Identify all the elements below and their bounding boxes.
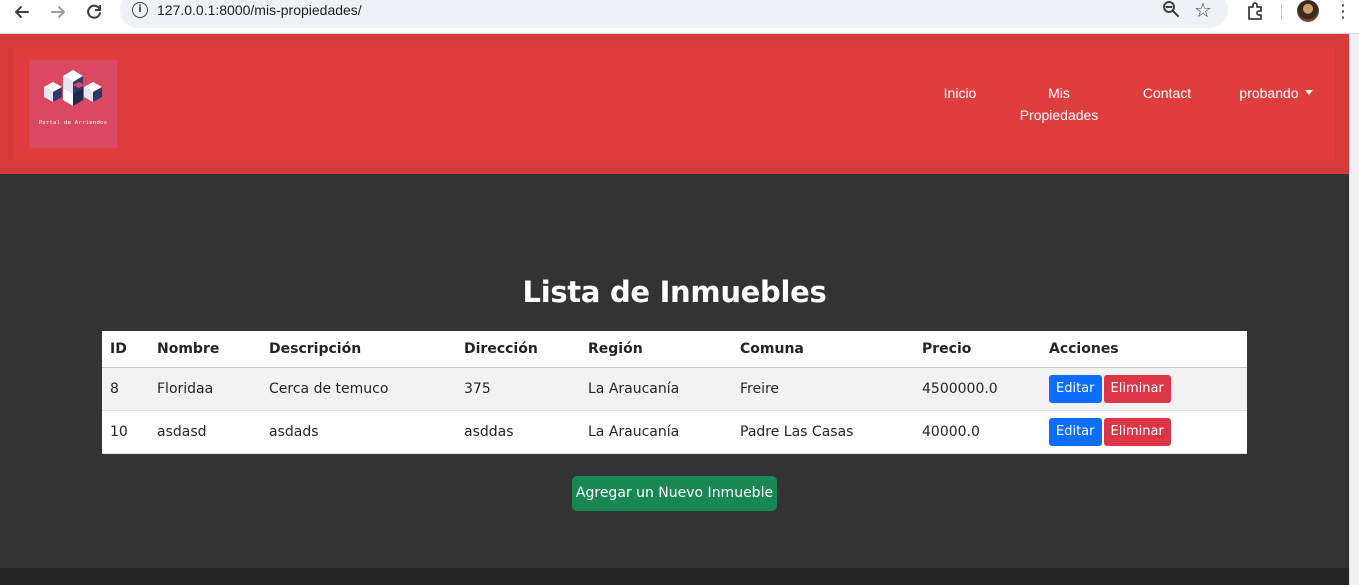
- cell-comuna: Freire: [732, 367, 914, 411]
- browser-toolbar: i 127.0.0.1:8000/mis-propiedades/ ☆ ⋮: [0, 0, 1359, 34]
- add-property-button[interactable]: Agregar un Nuevo Inmueble: [572, 476, 777, 511]
- dropdown-caret-icon: [1304, 90, 1313, 95]
- column-header: Dirección: [456, 331, 580, 368]
- table-row: 8 Floridaa Cerca de temuco 375 La Arauca…: [102, 367, 1247, 411]
- page-title: Lista de Inmuebles: [522, 275, 827, 309]
- delete-button[interactable]: Eliminar: [1103, 374, 1171, 403]
- cell-id: 10: [102, 410, 149, 454]
- cell-descripcion: Cerca de temuco: [261, 367, 456, 411]
- page: Portal de Arriendos Inicio Mis Propiedad…: [0, 34, 1349, 568]
- forward-arrow-icon[interactable]: [47, 1, 69, 23]
- cell-region: La Araucanía: [580, 367, 732, 411]
- user-dropdown[interactable]: probando: [1235, 82, 1317, 104]
- cell-direccion: asddas: [456, 410, 580, 454]
- nav-link-mis-propiedades-line2: Propiedades: [1019, 107, 1099, 123]
- cell-acciones: Editar Eliminar: [1041, 367, 1247, 411]
- edit-button[interactable]: Editar: [1049, 417, 1102, 446]
- extensions-icon[interactable]: [1244, 0, 1266, 22]
- site-logo[interactable]: Portal de Arriendos: [29, 60, 117, 148]
- cell-id: 8: [102, 367, 149, 411]
- logo-buildings-icon: [44, 70, 102, 106]
- column-header: Acciones: [1041, 331, 1247, 368]
- site-header: Portal de Arriendos Inicio Mis Propiedad…: [0, 34, 1349, 174]
- column-header: Región: [580, 331, 732, 368]
- column-header: Nombre: [149, 331, 261, 368]
- nav-link-inicio[interactable]: Inicio: [943, 82, 977, 104]
- properties-table: ID Nombre Descripción Dirección Región C…: [102, 331, 1247, 454]
- site-info-icon[interactable]: i: [132, 2, 148, 18]
- table-header-row: ID Nombre Descripción Dirección Región C…: [102, 331, 1247, 368]
- column-header: Descripción: [261, 331, 456, 368]
- logo-text: Portal de Arriendos: [38, 120, 108, 126]
- cell-precio: 4500000.0: [914, 367, 1041, 411]
- nav-link-contact[interactable]: Contact: [1141, 82, 1193, 104]
- nav-link-mis-propiedades[interactable]: Mis Propiedades: [1016, 82, 1102, 126]
- vertical-scrollbar[interactable]: [1349, 34, 1359, 585]
- profile-avatar[interactable]: [1297, 0, 1319, 22]
- cell-nombre: asdasd: [149, 410, 261, 454]
- reload-icon[interactable]: [83, 1, 105, 23]
- delete-button[interactable]: Eliminar: [1103, 417, 1171, 446]
- browser-menu-icon[interactable]: ⋮: [1333, 0, 1353, 22]
- zoom-icon[interactable]: [1162, 0, 1180, 23]
- cell-descripcion: asdads: [261, 410, 456, 454]
- cell-comuna: Padre Las Casas: [732, 410, 914, 454]
- address-url[interactable]: 127.0.0.1:8000/mis-propiedades/: [157, 2, 362, 18]
- back-arrow-icon[interactable]: [11, 1, 33, 23]
- cell-acciones: Editar Eliminar: [1041, 410, 1247, 454]
- bookmark-star-icon[interactable]: ☆: [1194, 0, 1212, 23]
- cell-precio: 40000.0: [914, 410, 1041, 454]
- table-row: 10 asdasd asdads asddas La Araucanía Pad…: [102, 410, 1247, 454]
- column-header: Comuna: [732, 331, 914, 368]
- cell-region: La Araucanía: [580, 410, 732, 454]
- cell-direccion: 375: [456, 367, 580, 411]
- edit-button[interactable]: Editar: [1049, 374, 1102, 403]
- toolbar-separator: [1281, 4, 1282, 20]
- cell-nombre: Floridaa: [149, 367, 261, 411]
- page-footer: [0, 568, 1349, 585]
- user-dropdown-label: probando: [1239, 85, 1299, 101]
- column-header: ID: [102, 331, 149, 368]
- nav-link-mis-propiedades-line1: Mis: [1048, 85, 1070, 101]
- address-bar[interactable]: i 127.0.0.1:8000/mis-propiedades/ ☆: [120, 0, 1228, 28]
- column-header: Precio: [914, 331, 1041, 368]
- navbar: Portal de Arriendos Inicio Mis Propiedad…: [14, 48, 1335, 160]
